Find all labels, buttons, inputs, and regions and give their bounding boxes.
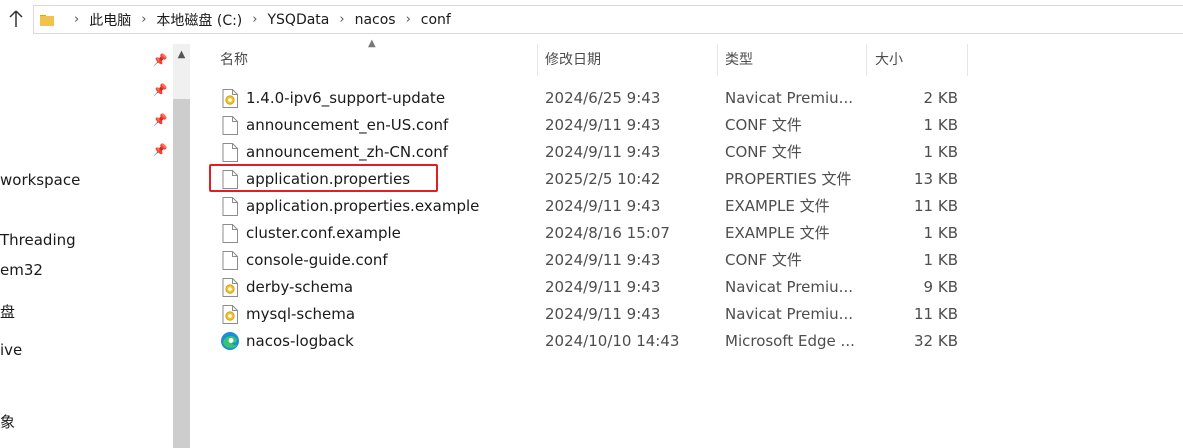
file-icon bbox=[222, 224, 238, 243]
navicat-file-icon bbox=[222, 278, 238, 297]
breadcrumb-conf[interactable]: conf bbox=[421, 12, 451, 28]
file-date: 2024/9/11 9:43 bbox=[545, 143, 661, 161]
file-date: 2024/6/25 9:43 bbox=[545, 89, 661, 107]
file-name: application.properties.example bbox=[246, 197, 480, 215]
navigation-pane: 📌 📌 📌 📌 workspace Threading em32 盘 ive 象… bbox=[0, 40, 192, 448]
chevron-right-icon[interactable]: › bbox=[252, 12, 257, 27]
file-size: 1 KB bbox=[923, 143, 958, 161]
file-type: Navicat Premiu... bbox=[725, 305, 853, 323]
breadcrumb-ysqdata[interactable]: YSQData bbox=[267, 12, 329, 28]
table-row[interactable]: application.properties.example 2024/9/11… bbox=[208, 193, 968, 220]
file-date: 2024/8/16 15:07 bbox=[545, 224, 670, 242]
file-name: announcement_en-US.conf bbox=[246, 116, 449, 134]
nav-item-system32[interactable]: em32 bbox=[0, 261, 43, 279]
nav-item-workspace[interactable]: workspace bbox=[0, 171, 80, 189]
file-icon bbox=[222, 143, 238, 162]
column-divider[interactable] bbox=[537, 44, 538, 76]
pin-icon[interactable]: 📌 bbox=[152, 142, 168, 158]
file-name: console-guide.conf bbox=[246, 251, 388, 269]
nav-item-disk[interactable]: 盘 bbox=[0, 301, 15, 322]
scroll-up-icon[interactable]: ▲ bbox=[173, 44, 190, 64]
column-header-type[interactable]: 类型 bbox=[725, 44, 753, 76]
nav-item-drive[interactable]: ive bbox=[0, 341, 22, 359]
chevron-right-icon[interactable]: › bbox=[339, 12, 344, 27]
file-type: CONF 文件 bbox=[725, 251, 802, 269]
file-name: announcement_zh-CN.conf bbox=[246, 143, 449, 161]
file-name: cluster.conf.example bbox=[246, 224, 401, 242]
file-size: 9 KB bbox=[923, 278, 958, 296]
file-size: 1 KB bbox=[923, 116, 958, 134]
table-row[interactable]: 1.4.0-ipv6_support-update 2024/6/25 9:43… bbox=[208, 85, 968, 112]
file-type: PROPERTIES 文件 bbox=[725, 170, 852, 188]
column-header-name[interactable]: 名称 bbox=[220, 44, 248, 76]
table-row[interactable]: console-guide.conf 2024/9/11 9:43 CONF 文… bbox=[208, 247, 968, 274]
pin-icon[interactable]: 📌 bbox=[152, 112, 168, 128]
sort-ascending-icon: ▲ bbox=[368, 38, 376, 49]
pin-icon[interactable]: 📌 bbox=[152, 52, 168, 68]
nav-item-threading[interactable]: Threading bbox=[0, 231, 76, 249]
chevron-right-icon[interactable]: › bbox=[406, 12, 411, 27]
file-icon bbox=[222, 197, 238, 216]
up-arrow-icon[interactable] bbox=[6, 10, 26, 32]
file-size: 1 KB bbox=[923, 251, 958, 269]
file-size: 2 KB bbox=[923, 89, 958, 107]
file-date: 2025/2/5 10:42 bbox=[545, 170, 661, 188]
file-type: CONF 文件 bbox=[725, 116, 802, 134]
navicat-file-icon bbox=[222, 89, 238, 108]
file-type: Microsoft Edge ... bbox=[725, 332, 855, 350]
nav-scrollbar-thumb[interactable] bbox=[173, 99, 190, 448]
file-size: 32 KB bbox=[914, 332, 958, 350]
file-date: 2024/9/11 9:43 bbox=[545, 116, 661, 134]
column-divider[interactable] bbox=[866, 44, 867, 76]
highlight-box bbox=[209, 164, 438, 192]
breadcrumb-this-pc[interactable]: 此电脑 bbox=[89, 10, 131, 30]
file-name: 1.4.0-ipv6_support-update bbox=[246, 89, 446, 107]
pin-icon[interactable]: 📌 bbox=[152, 82, 168, 98]
chevron-right-icon[interactable]: › bbox=[74, 12, 79, 27]
file-date: 2024/9/11 9:43 bbox=[545, 305, 661, 323]
folder-icon bbox=[40, 14, 54, 26]
file-size: 13 KB bbox=[914, 170, 958, 188]
file-size: 11 KB bbox=[914, 197, 958, 215]
nav-item-objects[interactable]: 象 bbox=[0, 411, 15, 432]
file-name: nacos-logback bbox=[246, 332, 354, 350]
table-row[interactable]: announcement_zh-CN.conf 2024/9/11 9:43 C… bbox=[208, 139, 968, 166]
table-row[interactable]: mysql-schema 2024/9/11 9:43 Navicat Prem… bbox=[208, 301, 968, 328]
file-size: 11 KB bbox=[914, 305, 958, 323]
column-header-date[interactable]: 修改日期 bbox=[545, 44, 601, 76]
nav-scrollbar[interactable]: ▲ bbox=[173, 44, 190, 448]
edge-file-icon bbox=[220, 331, 239, 350]
column-divider[interactable] bbox=[717, 44, 718, 76]
file-icon bbox=[222, 251, 238, 270]
file-type: Navicat Premiu... bbox=[725, 89, 853, 107]
file-size: 1 KB bbox=[923, 224, 958, 242]
breadcrumb-local-disk[interactable]: 本地磁盘 (C:) bbox=[156, 10, 242, 30]
breadcrumb-nacos[interactable]: nacos bbox=[355, 12, 396, 28]
file-type: EXAMPLE 文件 bbox=[725, 197, 830, 215]
file-date: 2024/9/11 9:43 bbox=[545, 251, 661, 269]
column-header-size[interactable]: 大小 bbox=[875, 44, 903, 76]
file-name: derby-schema bbox=[246, 278, 354, 296]
address-bar[interactable]: › 此电脑 › 本地磁盘 (C:) › YSQData › nacos › co… bbox=[33, 5, 1183, 34]
navicat-file-icon bbox=[222, 305, 238, 324]
chevron-right-icon[interactable]: › bbox=[141, 12, 146, 27]
address-bar-row: › 此电脑 › 本地磁盘 (C:) › YSQData › nacos › co… bbox=[0, 0, 1183, 40]
table-row[interactable]: cluster.conf.example 2024/8/16 15:07 EXA… bbox=[208, 220, 968, 247]
file-type: Navicat Premiu... bbox=[725, 278, 853, 296]
file-name: mysql-schema bbox=[246, 305, 356, 323]
file-date: 2024/10/10 14:43 bbox=[545, 332, 680, 350]
file-type: CONF 文件 bbox=[725, 143, 802, 161]
table-row[interactable]: nacos-logback 2024/10/10 14:43 Microsoft… bbox=[208, 328, 968, 355]
column-divider[interactable] bbox=[967, 44, 968, 76]
file-icon bbox=[222, 116, 238, 135]
file-date: 2024/9/11 9:43 bbox=[545, 278, 661, 296]
table-row[interactable]: derby-schema 2024/9/11 9:43 Navicat Prem… bbox=[208, 274, 968, 301]
file-date: 2024/9/11 9:43 bbox=[545, 197, 661, 215]
file-type: EXAMPLE 文件 bbox=[725, 224, 830, 242]
table-row[interactable]: announcement_en-US.conf 2024/9/11 9:43 C… bbox=[208, 112, 968, 139]
